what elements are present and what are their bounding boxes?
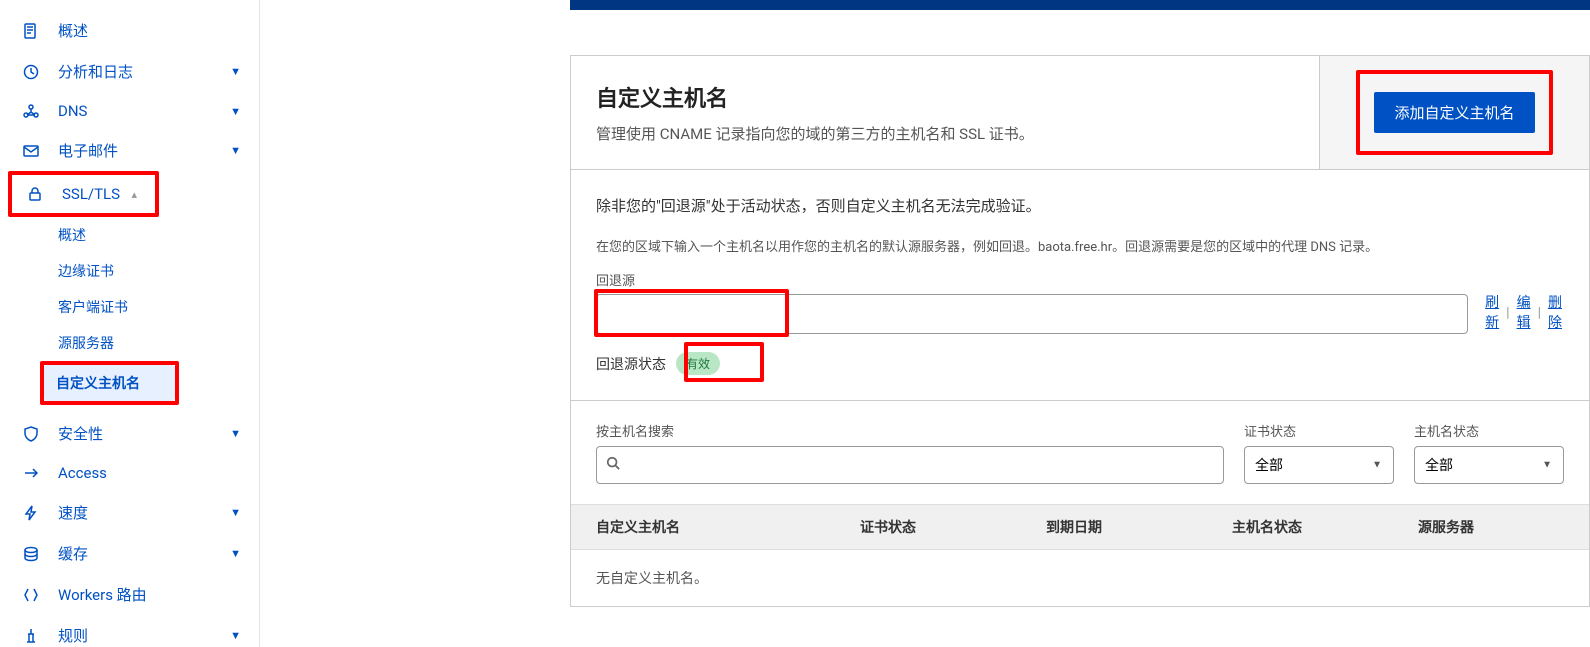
search-icon [606,456,620,474]
chevron-up-icon: ▴ [131,188,137,201]
sidebar-item-ssl[interactable]: SSL/TLS ▴ [8,171,159,217]
sidebar-item-label: 概述 [58,20,241,41]
shield-icon [22,425,40,443]
sidebar-item-workers[interactable]: Workers 路由 [0,574,259,615]
sidebar-item-cache[interactable]: 缓存 ▼ [0,533,259,574]
th-cert-status: 证书状态 [845,505,1031,549]
sidebar-item-label: 电子邮件 [58,140,230,161]
email-icon [22,142,40,160]
chevron-down-icon: ▼ [230,547,241,560]
sidebar-item-access[interactable]: Access [0,454,259,492]
origin-input-wrap [596,294,1468,334]
chevron-down-icon: ▼ [230,427,241,440]
status-badge: 有效 [676,352,720,375]
help-text: 在您的区域下输入一个主机名以用作您的主机名的默认源服务器，例如回退。baota.… [596,236,1564,255]
access-icon [22,464,40,482]
sidebar-sub-origin-server[interactable]: 源服务器 [0,325,259,361]
divider: | [1506,304,1509,324]
info-text: 除非您的"回退源"处于活动状态，否则自定义主机名无法完成验证。 [596,195,1564,216]
hostname-table: 自定义主机名 证书状态 到期日期 主机名状态 源服务器 无自定义主机名。 [571,504,1589,606]
search-input[interactable] [596,446,1224,484]
search-filter: 按主机名搜索 [596,421,1224,484]
sidebar-item-security[interactable]: 安全性 ▼ [0,413,259,454]
th-hostname: 自定义主机名 [571,505,845,549]
sidebar-item-label: SSL/TLS [62,185,131,203]
sidebar-item-label: 规则 [58,625,230,646]
origin-status-label: 回退源状态 [596,354,666,374]
divider: | [1538,304,1541,324]
cert-status-select[interactable]: 全部 [1244,446,1394,484]
lightning-icon [22,504,40,522]
workers-icon [22,586,40,604]
lock-icon [26,185,44,203]
sidebar-sub-custom-hostname[interactable]: 自定义主机名 [44,365,175,401]
sidebar-sub-edge-cert[interactable]: 边缘证书 [0,253,259,289]
th-host-status: 主机名状态 [1217,505,1403,549]
main-content: 自定义主机名 管理使用 CNAME 记录指向您的域的第三方的主机名和 SSL 证… [260,0,1590,647]
sidebar-item-rules[interactable]: 规则 ▼ [0,615,259,647]
table-empty: 无自定义主机名。 [571,550,1589,606]
chevron-down-icon: ▼ [230,629,241,642]
page-subtitle: 管理使用 CNAME 记录指向您的域的第三方的主机名和 SSL 证书。 [596,123,1294,144]
th-origin: 源服务器 [1403,505,1589,549]
cert-status-label: 证书状态 [1244,421,1394,440]
sidebar-sub-overview[interactable]: 概述 [0,217,259,253]
origin-input-row: 刷新 | 编辑 | 删除 [596,294,1564,334]
sidebar-item-label: DNS [58,102,230,120]
sidebar-item-overview[interactable]: 概述 [0,10,259,51]
sidebar-item-email[interactable]: 电子邮件 ▼ [0,130,259,171]
search-wrap [596,446,1224,484]
page-title: 自定义主机名 [596,81,1294,113]
host-status-label: 主机名状态 [1414,421,1564,440]
edit-link[interactable]: 编辑 [1515,294,1533,333]
sidebar-item-analytics[interactable]: 分析和日志 ▼ [0,51,259,92]
sidebar-item-label: 安全性 [58,423,230,444]
sidebar-item-label: 分析和日志 [58,61,230,82]
add-button-highlight: 添加自定义主机名 [1356,70,1552,155]
add-hostname-button[interactable]: 添加自定义主机名 [1374,92,1534,133]
chevron-down-icon: ▼ [230,65,241,78]
top-bar [570,0,1590,10]
origin-input[interactable] [596,294,1468,334]
th-expiry: 到期日期 [1031,505,1217,549]
chevron-down-icon: ▼ [230,506,241,519]
card-header: 自定义主机名 管理使用 CNAME 记录指向您的域的第三方的主机名和 SSL 证… [571,56,1589,170]
cache-icon [22,545,40,563]
sidebar-item-label: Workers 路由 [58,584,241,605]
sidebar-item-label: Access [58,464,241,482]
sidebar-item-dns[interactable]: DNS ▼ [0,92,259,130]
fallback-origin-section: 除非您的"回退源"处于活动状态，否则自定义主机名无法完成验证。 在您的区域下输入… [571,170,1589,401]
sidebar-item-label: 缓存 [58,543,230,564]
sidebar: 概述 分析和日志 ▼ DNS ▼ 电子邮件 ▼ SSL/TLS ▴ 概述 边缘证… [0,0,260,647]
chevron-down-icon: ▼ [230,144,241,157]
origin-status-row: 回退源状态 有效 [596,352,1564,375]
clock-icon [22,63,40,81]
host-status-filter: 主机名状态 全部 [1414,421,1564,484]
chevron-down-icon: ▼ [230,105,241,118]
sidebar-sub-custom-hostname-highlight: 自定义主机名 [40,361,179,405]
cert-status-filter: 证书状态 全部 [1244,421,1394,484]
filters-row: 按主机名搜索 证书状态 全部 主机名状态 [571,401,1589,494]
dns-icon [22,102,40,120]
sidebar-sub-client-cert[interactable]: 客户端证书 [0,289,259,325]
card-header-text: 自定义主机名 管理使用 CNAME 记录指向您的域的第三方的主机名和 SSL 证… [571,56,1319,169]
refresh-link[interactable]: 刷新 [1483,294,1501,333]
custom-hostname-card: 自定义主机名 管理使用 CNAME 记录指向您的域的第三方的主机名和 SSL 证… [570,55,1590,607]
delete-link[interactable]: 删除 [1546,294,1564,333]
rules-icon [22,627,40,645]
origin-label: 回退源 [596,270,1564,289]
origin-actions: 刷新 | 编辑 | 删除 [1483,294,1564,333]
table-header: 自定义主机名 证书状态 到期日期 主机名状态 源服务器 [571,504,1589,550]
document-icon [22,22,40,40]
search-label: 按主机名搜索 [596,421,1224,440]
sidebar-item-speed[interactable]: 速度 ▼ [0,492,259,533]
host-status-select[interactable]: 全部 [1414,446,1564,484]
card-header-action: 添加自定义主机名 [1319,56,1589,169]
sidebar-item-label: 速度 [58,502,230,523]
